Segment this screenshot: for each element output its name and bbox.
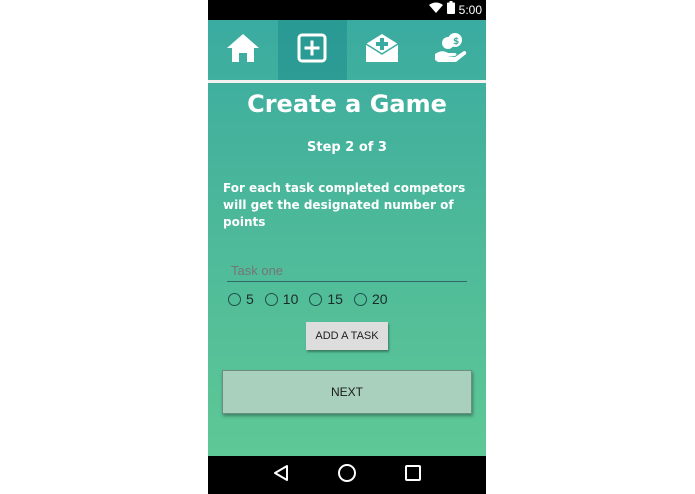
top-navigation: $ (208, 20, 486, 80)
home-icon (226, 33, 260, 68)
money-hand-icon: $ (434, 32, 468, 69)
back-icon (272, 464, 290, 487)
task-name-input[interactable] (227, 260, 467, 282)
add-task-button[interactable]: ADD A TASK (306, 322, 388, 350)
points-option-10[interactable]: 10 (264, 291, 299, 307)
radio-label: 20 (371, 291, 388, 307)
page-title: Create a Game (247, 90, 447, 118)
tab-home[interactable] (208, 20, 278, 80)
phone-screen: 5:00 $ Create a Game Step 2 of 3 For eac… (208, 0, 486, 494)
system-navigation-bar (208, 456, 486, 494)
instructions-text: For each task completed competors will g… (223, 181, 466, 229)
radio-label: 15 (327, 291, 343, 307)
points-option-20[interactable]: 20 (353, 291, 388, 307)
add-box-icon (297, 33, 327, 68)
nav-divider (208, 80, 486, 83)
status-time: 5:00 (458, 3, 482, 17)
radio-label: 5 (246, 291, 254, 307)
radio-button[interactable] (309, 292, 323, 306)
points-radio-group: 5 10 15 20 (228, 289, 399, 309)
points-option-5[interactable]: 5 (228, 291, 254, 307)
tab-payments[interactable]: $ (417, 20, 487, 80)
radio-label: 10 (282, 291, 299, 307)
radio-button[interactable] (353, 292, 367, 306)
app-content: $ Create a Game Step 2 of 3 For each tas… (208, 20, 486, 456)
tab-create-game[interactable] (277, 20, 347, 80)
radio-button[interactable] (228, 292, 241, 306)
wifi-icon (428, 1, 443, 19)
back-button[interactable] (266, 460, 296, 490)
radio-button[interactable] (264, 292, 278, 306)
recents-button[interactable] (398, 460, 428, 490)
step-indicator: Step 2 of 3 (307, 140, 387, 155)
status-bar: 5:00 (208, 0, 486, 20)
home-circle-icon (337, 463, 357, 488)
tab-invite[interactable] (347, 20, 417, 80)
battery-icon (446, 1, 455, 19)
next-button[interactable]: NEXT (222, 370, 472, 414)
home-button[interactable] (332, 460, 362, 490)
recents-icon (404, 464, 422, 487)
svg-text:$: $ (453, 37, 459, 47)
status-icons: 5:00 (428, 0, 482, 20)
mail-add-icon (365, 33, 399, 68)
points-option-15[interactable]: 15 (309, 291, 343, 307)
